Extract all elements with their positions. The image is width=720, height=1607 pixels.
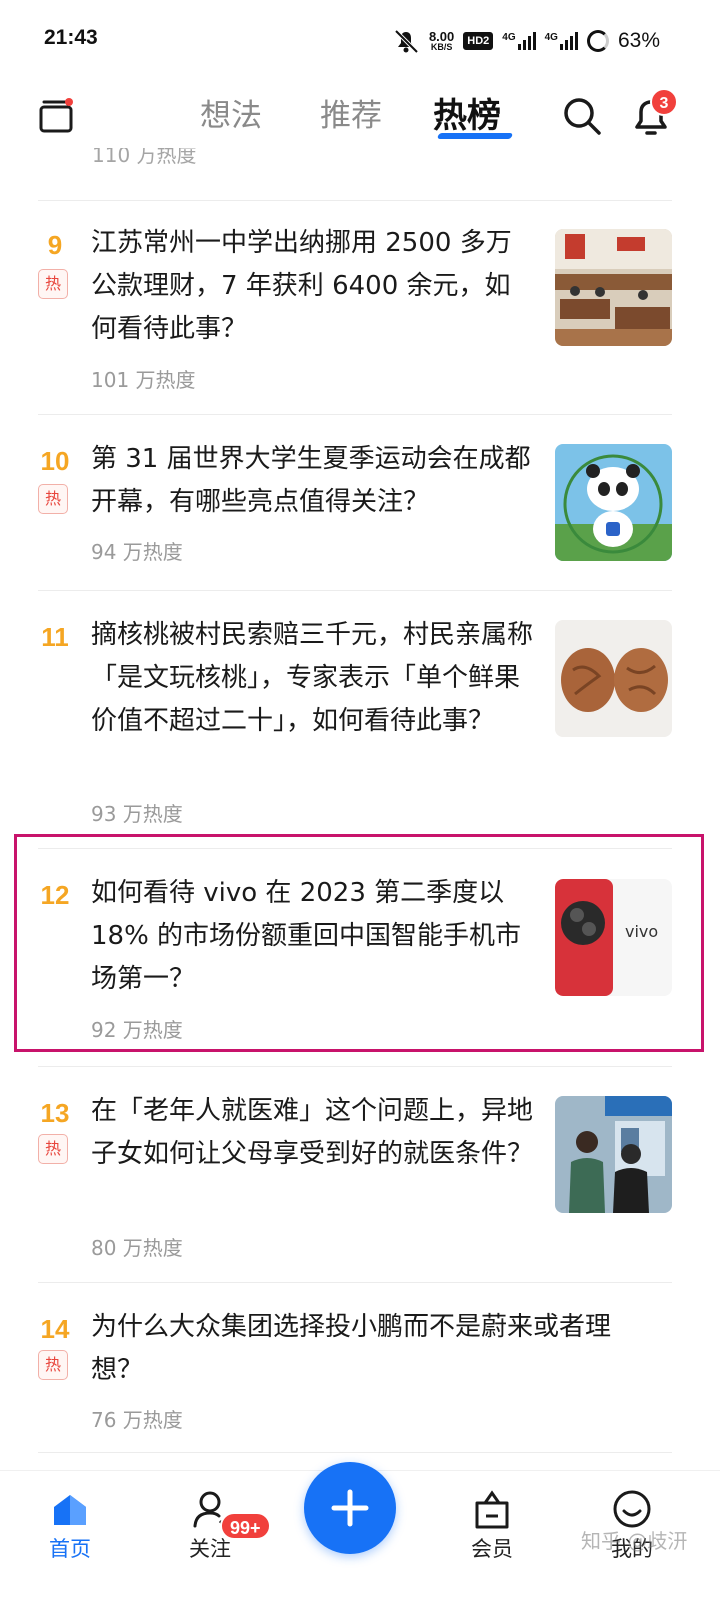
net-speed: 8.00 KB/S xyxy=(429,30,454,52)
previous-item-heat: 110 万热度 xyxy=(92,148,197,167)
sim1-label: 4G xyxy=(502,32,516,43)
tab-hot-list[interactable]: 热榜 xyxy=(433,88,501,137)
item-heat: 94 万热度 xyxy=(91,540,183,564)
signal-sim2-icon: 4G xyxy=(545,32,578,50)
hot-list-item[interactable]: 9 热 江苏常州一中学出纳挪用 2500 多万公款理财，7 年获利 6400 余… xyxy=(0,200,720,414)
notification-badge: 3 xyxy=(650,88,678,116)
hot-tag: 热 xyxy=(38,484,68,514)
item-heat: 93 万热度 xyxy=(91,802,183,826)
watermark: 知乎 @歧汧 xyxy=(581,1529,688,1553)
item-rank: 10 xyxy=(40,446,70,476)
courtroom-thumbnail[interactable] xyxy=(555,229,672,346)
sidebar-menu-icon[interactable] xyxy=(38,98,74,134)
follow-count-badge: 99+ xyxy=(220,1512,271,1540)
hot-list-item[interactable]: 10 热 第 31 届世界大学生夏季运动会在成都开幕，有哪些亮点值得关注？ 94… xyxy=(0,414,720,590)
signal-sim1-icon: 4G xyxy=(502,32,536,50)
hot-list-item[interactable]: 14 热 为什么大众集团选择投小鹏而不是蔚来或者理想？ 76 万热度 xyxy=(0,1282,720,1452)
item-title[interactable]: 摘核桃被村民索赔三千元，村民亲属称「是文玩核桃」，专家表示「单个鲜果价值不超过二… xyxy=(91,614,536,743)
panda-mascot-thumbnail[interactable] xyxy=(555,444,672,561)
status-time: 21:43 xyxy=(44,26,98,49)
walnuts-thumbnail[interactable] xyxy=(555,620,672,737)
item-title[interactable]: 在「老年人就医难」这个问题上，异地子女如何让父母享受到好的就医条件？ xyxy=(91,1090,536,1176)
battery-percent: 63% xyxy=(617,29,660,52)
nav-member-label: 会员 xyxy=(471,1537,513,1561)
item-title[interactable]: 江苏常州一中学出纳挪用 2500 多万公款理财，7 年获利 6400 余元，如何… xyxy=(91,222,536,351)
item-rank: 11 xyxy=(41,622,69,652)
status-bar: 21:43 8.00 KB/S HD2 4G 4G 63% xyxy=(0,0,720,80)
create-post-button[interactable] xyxy=(304,1462,396,1554)
hot-tag: 热 xyxy=(38,1350,68,1380)
hot-tag: 热 xyxy=(38,1134,68,1164)
tab-ideas[interactable]: 想法 xyxy=(200,90,262,135)
member-bag-icon xyxy=(475,1490,509,1529)
item-rank: 9 xyxy=(47,230,63,260)
item-rank: 13 xyxy=(40,1098,70,1128)
tab-recommend[interactable]: 推荐 xyxy=(320,90,382,135)
app-header: 想法 推荐 热榜 xyxy=(0,80,720,152)
hot-list-item[interactable]: 13 热 在「老年人就医难」这个问题上，异地子女如何让父母享受到好的就医条件？ … xyxy=(0,1066,720,1282)
divider xyxy=(38,1452,672,1453)
nav-home-label: 首页 xyxy=(49,1537,91,1561)
item-heat: 76 万热度 xyxy=(91,1408,183,1432)
hd-badge: HD2 xyxy=(463,32,494,50)
home-icon xyxy=(54,1495,86,1525)
status-icons: 8.00 KB/S HD2 4G 4G 63% xyxy=(392,26,660,56)
hot-tag: 热 xyxy=(38,269,68,299)
highlight-annotation-box xyxy=(14,834,704,1052)
item-title[interactable]: 第 31 届世界大学生夏季运动会在成都开幕，有哪些亮点值得关注？ xyxy=(91,438,536,524)
net-speed-unit: KB/S xyxy=(430,42,453,52)
hospital-thumbnail[interactable] xyxy=(555,1096,672,1213)
sim2-label: 4G xyxy=(544,32,558,43)
plus-icon xyxy=(331,1489,369,1527)
item-title[interactable]: 为什么大众集团选择投小鹏而不是蔚来或者理想？ xyxy=(91,1306,661,1392)
item-heat: 80 万热度 xyxy=(91,1236,183,1260)
item-heat: 101 万热度 xyxy=(91,368,196,392)
mute-bell-icon xyxy=(392,28,420,54)
battery-icon xyxy=(586,30,609,52)
search-icon[interactable] xyxy=(561,95,603,137)
item-rank: 14 xyxy=(40,1314,70,1344)
profile-face-icon xyxy=(613,1490,651,1528)
hot-list-item[interactable]: 11 摘核桃被村民索赔三千元，村民亲属称「是文玩核桃」，专家表示「单个鲜果价值不… xyxy=(0,590,720,848)
